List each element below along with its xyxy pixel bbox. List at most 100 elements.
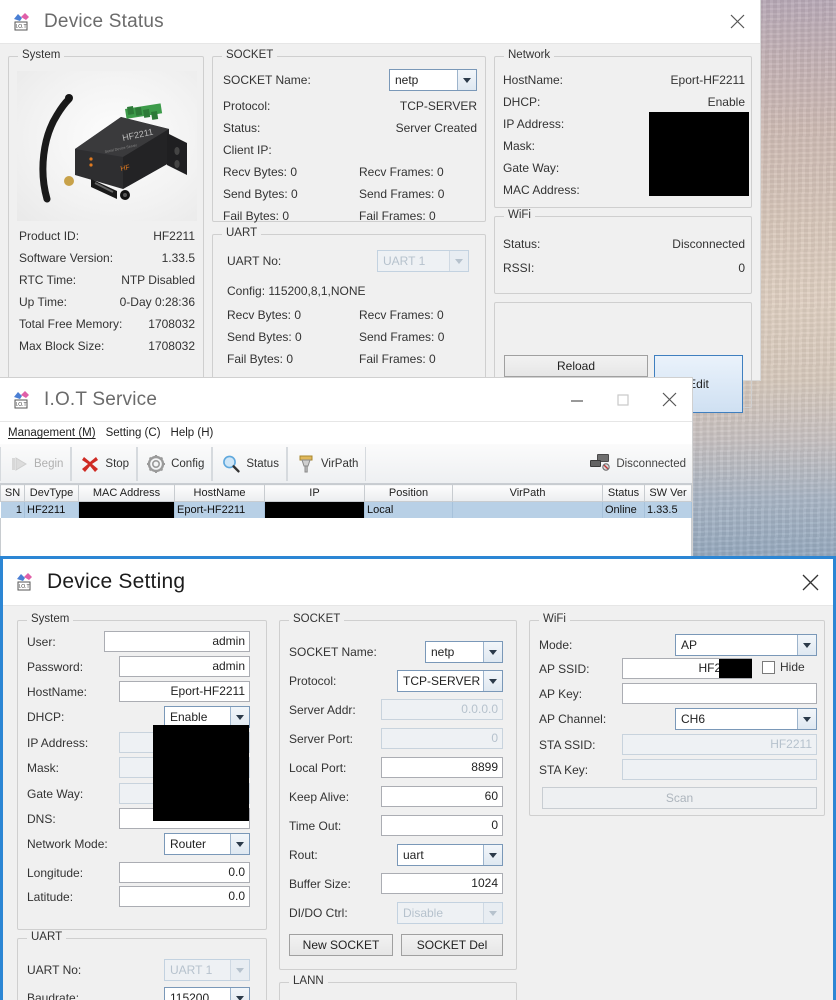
buffer-size-input[interactable]: 1024: [381, 873, 503, 894]
redaction-box-ip: [265, 502, 364, 518]
user-input[interactable]: admin: [104, 631, 250, 652]
ap-channel-combo[interactable]: CH6: [675, 708, 817, 730]
setting-server-addr-label: Server Addr:: [289, 703, 356, 717]
chevron-down-icon[interactable]: [483, 845, 502, 865]
menu-item-management[interactable]: Management (M): [8, 427, 96, 439]
wifi-mode-combo[interactable]: AP: [675, 634, 817, 656]
setting-local-port-label: Local Port:: [289, 761, 347, 775]
status-system-legend: System: [18, 49, 65, 61]
status-uart-counter: Fail Bytes: 0: [227, 352, 294, 366]
ap-ssid-hide-checkbox[interactable]: Hide: [762, 660, 805, 674]
setting-wifi-group: WiFi Mode: AP AP SSID: HF2211_ Hide AP K…: [529, 613, 825, 816]
status-system-label: Up Time:: [19, 295, 68, 309]
status-socket-label: Client IP:: [223, 143, 272, 157]
col-ip[interactable]: IP: [264, 484, 365, 502]
chevron-down-icon[interactable]: [797, 635, 816, 655]
toolbar-config-label: Config: [171, 457, 205, 470]
latitude-input[interactable]: 0.0: [119, 886, 250, 907]
password-value: admin: [212, 659, 245, 673]
time-out-input[interactable]: 0: [381, 815, 503, 836]
maximize-icon[interactable]: [600, 378, 646, 421]
password-input[interactable]: admin: [119, 656, 250, 677]
setting-mask-label: Mask:: [27, 761, 60, 775]
baudrate-combo[interactable]: 115200: [164, 987, 250, 1000]
minimize-icon[interactable]: [554, 378, 600, 421]
user-value: admin: [212, 634, 245, 648]
setting-ap-channel-label: AP Channel:: [539, 712, 607, 726]
socket-name-combo[interactable]: netp: [425, 641, 503, 663]
chevron-down-icon: [483, 903, 502, 923]
status-system-label: RTC Time:: [19, 273, 77, 287]
setting-protocol-label: Protocol:: [289, 674, 337, 688]
col-hostname[interactable]: HostName: [174, 484, 265, 502]
setting-keep-alive-label: Keep Alive:: [289, 790, 350, 804]
longitude-input[interactable]: 0.0: [119, 862, 250, 883]
keep-alive-value: 60: [484, 789, 498, 803]
device-photo: HF2211 Serial Device Server HF: [17, 71, 197, 221]
status-wifi-value: 0: [738, 261, 745, 275]
rout-combo[interactable]: uart: [397, 844, 503, 866]
col-sn[interactable]: SN: [0, 484, 25, 502]
chevron-down-icon[interactable]: [230, 834, 249, 854]
col-virpath[interactable]: VirPath: [452, 484, 603, 502]
setting-ap-key-label: AP Key:: [539, 687, 583, 701]
chevron-down-icon[interactable]: [230, 707, 249, 727]
toolbar-virpath-button[interactable]: VirPath: [286, 446, 367, 481]
hostname-value: Eport-HF2211: [170, 684, 245, 698]
new-socket-button[interactable]: New SOCKET: [289, 934, 393, 956]
toolbar-begin-button[interactable]: Begin: [0, 446, 72, 481]
chevron-down-icon[interactable]: [457, 70, 476, 90]
chevron-down-icon[interactable]: [483, 642, 502, 662]
time-out-value: 0: [491, 818, 498, 832]
col-mac[interactable]: MAC Address: [78, 484, 175, 502]
device-list-table: SN DevType MAC Address HostName IP Posit…: [0, 484, 692, 518]
local-port-input[interactable]: 8899: [381, 757, 503, 778]
checkbox-box[interactable]: [762, 660, 775, 674]
menu-item-setting[interactable]: Setting (C): [106, 427, 161, 439]
chevron-down-icon[interactable]: [797, 709, 816, 729]
network-mode-combo[interactable]: Router: [164, 833, 250, 855]
status-uart-counter: Fail Frames: 0: [359, 352, 436, 366]
rout-value: uart: [403, 848, 424, 862]
close-icon[interactable]: [714, 0, 760, 43]
hostname-input[interactable]: Eport-HF2211: [119, 681, 250, 702]
device-setting-window: I.O.T Device Setting System User: admin …: [0, 556, 836, 1000]
status-uart-counter: Send Bytes: 0: [227, 330, 302, 344]
status-system-label: Max Block Size:: [19, 339, 105, 353]
reload-button[interactable]: Reload: [504, 355, 648, 377]
protocol-combo[interactable]: TCP-SERVER: [397, 670, 503, 692]
status-socket-name-combo[interactable]: netp: [389, 69, 477, 91]
serial-port-icon: [295, 453, 317, 475]
table-header-row: SN DevType MAC Address HostName IP Posit…: [0, 484, 692, 502]
status-wifi-group: WiFi Status: Disconnected RSSI: 0: [494, 209, 752, 294]
col-status[interactable]: Status: [602, 484, 645, 502]
keep-alive-input[interactable]: 60: [381, 786, 503, 807]
device-list-empty-area: [0, 518, 692, 558]
table-row[interactable]: 1 HF2211 Eport-HF2211 Local Online 1.33.…: [0, 501, 692, 518]
status-system-value: 1.33.5: [161, 251, 195, 265]
setting-network-mode-label: Network Mode:: [27, 837, 108, 851]
close-icon[interactable]: [646, 378, 692, 421]
device-setting-title: Device Setting: [47, 570, 186, 593]
status-uart-legend: UART: [222, 227, 262, 239]
toolbar-config-button[interactable]: Config: [137, 446, 213, 481]
close-icon[interactable]: [787, 559, 833, 605]
toolbar-stop-button[interactable]: Stop: [71, 446, 138, 481]
setting-socket-group: SOCKET SOCKET Name: netp Protocol: TCP-S…: [279, 613, 517, 970]
chevron-down-icon[interactable]: [483, 671, 502, 691]
col-position[interactable]: Position: [364, 484, 453, 502]
col-swver[interactable]: SW Ver: [644, 484, 692, 502]
status-system-row: Up Time: 0-Day 0:28:36: [19, 295, 195, 309]
ap-key-input[interactable]: [622, 683, 817, 704]
toolbar-status-label: Status: [246, 457, 279, 470]
setting-uart-no-label: UART No:: [27, 963, 82, 977]
status-network-row: HostName: Eport-HF2211: [503, 73, 745, 87]
dido-ctrl-combo: Disable: [397, 902, 503, 924]
toolbar-status-button[interactable]: Status: [212, 446, 287, 481]
socket-del-button[interactable]: SOCKET Del: [401, 934, 503, 956]
menu-item-help[interactable]: Help (H): [171, 427, 214, 439]
col-devtype[interactable]: DevType: [24, 484, 79, 502]
setting-hostname-label: HostName:: [27, 685, 88, 699]
device-status-window: I.O.T Device Status System HF2211 Serial…: [0, 0, 760, 413]
chevron-down-icon[interactable]: [230, 988, 249, 1000]
